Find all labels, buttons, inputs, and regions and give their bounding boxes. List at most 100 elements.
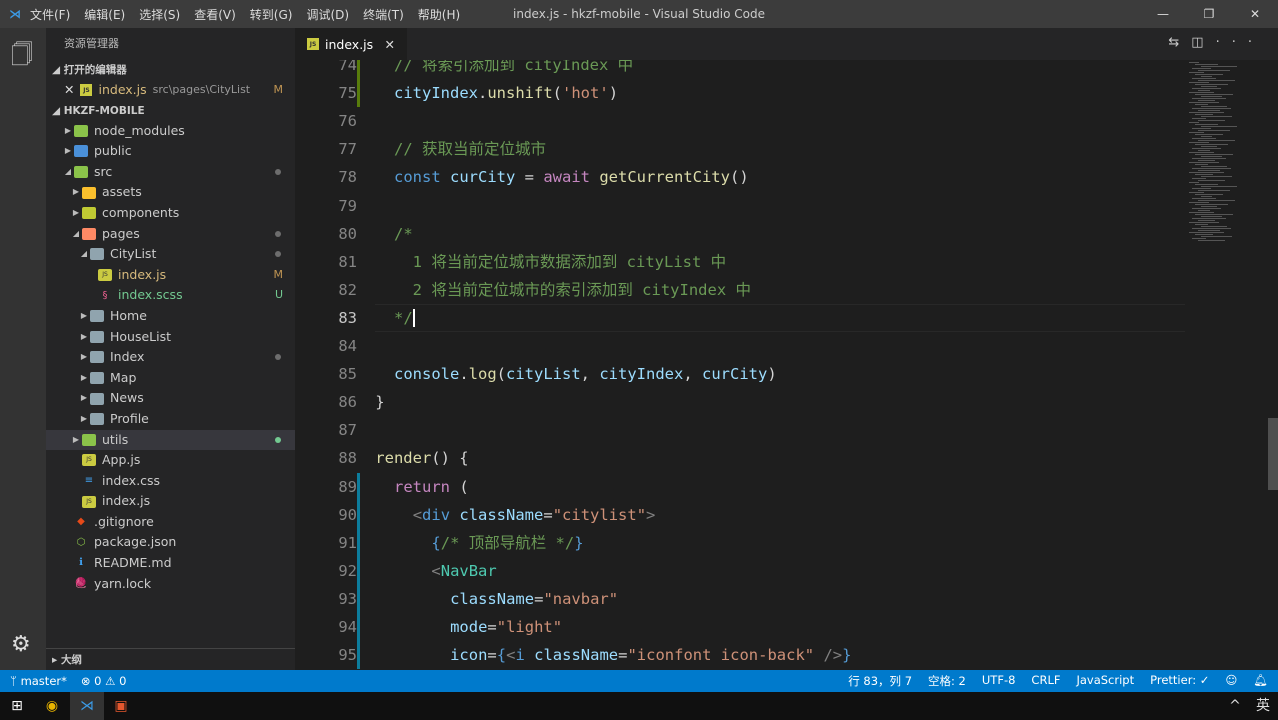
tree-folder[interactable]: ▶ assets	[46, 182, 295, 203]
minimap-line	[1201, 86, 1217, 87]
tree-file[interactable]: JS App.js	[46, 450, 295, 471]
tree-folder[interactable]: ▶ Home	[46, 306, 295, 327]
menu-item[interactable]: 编辑(E)	[84, 8, 125, 22]
explorer-icon[interactable]: 🗍	[11, 38, 33, 76]
tree-file[interactable]: ◆ .gitignore	[46, 512, 295, 533]
minimap-line	[1198, 110, 1220, 111]
git-branch[interactable]: ᛘ master*	[10, 674, 67, 688]
tab-index-js[interactable]: JS index.js ✕	[295, 28, 407, 60]
tree-file[interactable]: ≡ index.css	[46, 471, 295, 492]
outline-section[interactable]: ▸ 大纲	[46, 648, 295, 670]
minimap-line	[1201, 106, 1227, 107]
code-token: />	[814, 646, 843, 665]
tree-file[interactable]: 🧶 yarn.lock	[46, 574, 295, 595]
chrome-icon[interactable]: ◉	[35, 692, 69, 720]
open-editors-section[interactable]: ◢ 打开的编辑器	[46, 60, 295, 80]
language-mode[interactable]: JavaScript	[1076, 673, 1134, 689]
tree-folder[interactable]: ◢ CityList	[46, 244, 295, 265]
menu-item[interactable]: 调试(D)	[306, 8, 349, 22]
line-number: 89	[338, 477, 357, 496]
git-gutter-marker	[357, 79, 360, 108]
menu-item[interactable]: 终端(T)	[363, 8, 404, 22]
tree-folder[interactable]: ▶ node_modules	[46, 121, 295, 142]
minimap-line	[1201, 226, 1227, 227]
minimap-line	[1201, 186, 1237, 187]
encoding[interactable]: UTF-8	[982, 673, 1016, 689]
outline-label: 大纲	[60, 654, 82, 666]
tree-folder[interactable]: ◢ src	[46, 162, 295, 183]
code-token: unshift	[487, 84, 553, 103]
open-file-path: src\pages\CityList	[152, 83, 251, 96]
menu-item[interactable]: 查看(V)	[194, 8, 236, 22]
open-editor-item[interactable]: ✕ JS index.js src\pages\CityList M	[46, 80, 295, 101]
powerpoint-icon[interactable]: ▣	[104, 692, 138, 720]
restore-button[interactable]: ❐	[1186, 0, 1232, 28]
indentation[interactable]: 空格: 2	[928, 673, 966, 689]
tree-folder[interactable]: ▶ News	[46, 388, 295, 409]
notification-bell-icon[interactable]: 🔔︎	[1253, 673, 1268, 689]
feedback-icon[interactable]: ☺	[1225, 673, 1237, 689]
code-line: return (	[375, 473, 469, 501]
tree-folder[interactable]: ▶ Map	[46, 368, 295, 389]
menu-item[interactable]: 选择(S)	[139, 8, 180, 22]
tree-file[interactable]: JS index.js	[46, 491, 295, 512]
code-token: ()	[729, 168, 749, 187]
menu-item[interactable]: 帮助(H)	[418, 8, 460, 22]
tree-folder[interactable]: ▶ utils	[46, 429, 295, 451]
vscode-taskbar-icon[interactable]: ⋊	[70, 692, 104, 720]
tree-item-label: index.js	[102, 493, 151, 509]
minimap-line	[1201, 166, 1227, 167]
gear-icon[interactable]: ⚙	[11, 632, 31, 657]
minimap-line	[1195, 74, 1223, 75]
tree-folder[interactable]: ▶ Index	[46, 347, 295, 368]
folder-icon	[90, 413, 104, 426]
menu-item[interactable]: 文件(F)	[30, 8, 70, 22]
more-actions-icon[interactable]: ···	[1216, 35, 1264, 50]
line-ending[interactable]: CRLF	[1031, 673, 1060, 689]
minimap[interactable]	[1185, 60, 1265, 670]
open-changes-icon[interactable]: ⇆	[1168, 35, 1191, 50]
tree-file[interactable]: JS index.js M	[46, 265, 295, 286]
windows-start-icon[interactable]: ⊞	[0, 692, 34, 720]
cursor-position[interactable]: 行 83，列 7	[848, 673, 912, 689]
code-token: cityIndex	[394, 84, 478, 103]
project-section[interactable]: ◢ HKZF-MOBILE	[46, 101, 295, 121]
minimap-line	[1195, 84, 1228, 85]
js-file-icon: JS	[307, 38, 319, 50]
close-icon[interactable]: ✕	[64, 80, 74, 101]
tree-folder[interactable]: ▶ Profile	[46, 409, 295, 430]
code-token: /*	[394, 224, 413, 243]
tree-folder[interactable]: ▶ HouseList	[46, 327, 295, 348]
close-window-button[interactable]: ✕	[1232, 0, 1278, 28]
line-number: 95	[338, 646, 357, 665]
menu-item[interactable]: 转到(G)	[250, 8, 293, 22]
minimap-line	[1198, 90, 1210, 91]
split-editor-icon[interactable]: ◫	[1191, 35, 1215, 50]
git-gutter-marker	[357, 60, 360, 80]
open-editors-label: 打开的编辑器	[63, 64, 127, 76]
git-badge: M	[273, 267, 284, 281]
line-number: 94	[338, 618, 357, 636]
minimize-button[interactable]: —	[1140, 0, 1186, 28]
tree-file[interactable]: ℹ README.md	[46, 553, 295, 574]
tree-file[interactable]: § index.scss U	[46, 285, 295, 306]
tree-folder[interactable]: ▶ public	[46, 141, 295, 162]
prettier-status[interactable]: Prettier: ✓	[1150, 673, 1209, 689]
folder-icon	[74, 124, 88, 137]
tree-folder[interactable]: ◢ pages	[46, 224, 295, 245]
tree-folder[interactable]: ▶ components	[46, 203, 295, 224]
chevron-down-icon: ◢	[80, 249, 88, 259]
minimap-line	[1192, 158, 1226, 159]
explorer-header: 资源管理器	[64, 37, 119, 50]
problems-indicator[interactable]: ⊗ 0 ⚠ 0	[81, 674, 127, 688]
close-tab-icon[interactable]: ✕	[385, 37, 395, 52]
minimap-line	[1189, 172, 1224, 173]
tree-file[interactable]: ⬡ package.json	[46, 532, 295, 553]
code-editor[interactable]: 74// 将索引添加到 cityIndex 中 75 cityIndex.unshi…	[295, 60, 1185, 670]
code-token: =	[515, 168, 544, 187]
minimap-line	[1189, 72, 1204, 73]
code-token: )	[767, 365, 777, 384]
code-token: cityIndex	[599, 365, 684, 384]
editor-scrollbar[interactable]	[1268, 418, 1278, 490]
ime-indicator[interactable]: 英	[1246, 692, 1278, 720]
